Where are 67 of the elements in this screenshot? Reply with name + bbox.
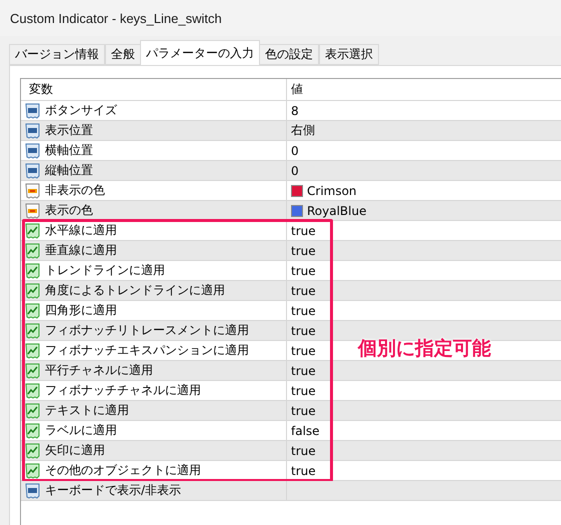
parameter-value: 0 bbox=[291, 164, 299, 178]
parameter-value: true bbox=[291, 404, 316, 418]
column-header: 変数 bbox=[29, 81, 53, 98]
parameter-name: 表示の色 bbox=[45, 202, 93, 219]
number-type-icon bbox=[25, 122, 41, 138]
parameter-name: キーボードで表示/非表示 bbox=[45, 482, 182, 499]
parameter-name: フィボナッチチャネルに適用 bbox=[45, 382, 201, 399]
parameter-name: 垂直線に適用 bbox=[45, 242, 117, 259]
parameter-value: true bbox=[291, 304, 316, 318]
tab[interactable]: 全般 bbox=[105, 44, 141, 65]
parameter-value: true bbox=[291, 444, 316, 458]
parameter-value: true bbox=[291, 384, 316, 398]
line-chart-icon bbox=[25, 362, 41, 378]
parameter-name: 角度によるトレンドラインに適用 bbox=[45, 282, 225, 299]
parameter-name: ラベルに適用 bbox=[45, 422, 117, 439]
tab[interactable]: バージョン情報 bbox=[9, 44, 105, 65]
line-chart-icon bbox=[25, 342, 41, 358]
column-header: 値 bbox=[291, 81, 303, 98]
tab[interactable]: 色の設定 bbox=[259, 44, 319, 65]
parameter-name: 矢印に適用 bbox=[45, 442, 105, 459]
parameter-name: 横軸位置 bbox=[45, 142, 93, 159]
parameter-name: ボタンサイズ bbox=[45, 102, 117, 119]
parameter-value: Crimson bbox=[307, 184, 357, 198]
line-chart-icon bbox=[25, 322, 41, 338]
parameter-name: テキストに適用 bbox=[45, 402, 129, 419]
window-title: Custom Indicator - keys_Line_switch bbox=[10, 10, 222, 26]
number-type-icon bbox=[25, 142, 41, 158]
line-chart-icon bbox=[25, 242, 41, 258]
parameter-value: true bbox=[291, 344, 316, 358]
parameter-value: true bbox=[291, 224, 316, 238]
parameter-name: フィボナッチエキスパンションに適用 bbox=[45, 342, 249, 359]
line-chart-icon bbox=[25, 442, 41, 458]
parameter-value: RoyalBlue bbox=[307, 204, 366, 218]
parameter-value: true bbox=[291, 244, 316, 258]
line-chart-icon bbox=[25, 282, 41, 298]
line-chart-icon bbox=[25, 402, 41, 418]
number-type-icon bbox=[25, 102, 41, 118]
color-type-icon bbox=[25, 202, 41, 218]
parameter-value: 8 bbox=[291, 104, 299, 118]
parameter-value: true bbox=[291, 324, 316, 338]
parameter-name: 四角形に適用 bbox=[45, 302, 117, 319]
parameter-name: その他のオブジェクトに適用 bbox=[45, 462, 201, 479]
parameter-name: フィボナッチリトレースメントに適用 bbox=[45, 322, 249, 339]
line-chart-icon bbox=[25, 222, 41, 238]
number-type-icon bbox=[25, 482, 41, 498]
parameter-value: 右側 bbox=[291, 122, 315, 139]
parameter-value: true bbox=[291, 284, 316, 298]
parameter-value: false bbox=[291, 424, 320, 438]
line-chart-icon bbox=[25, 382, 41, 398]
line-chart-icon bbox=[25, 262, 41, 278]
parameter-value: true bbox=[291, 264, 316, 278]
parameter-name: 非表示の色 bbox=[45, 182, 105, 199]
annotation-text: 個別に指定可能 bbox=[358, 336, 491, 362]
parameter-name: トレンドラインに適用 bbox=[45, 262, 165, 279]
tab[interactable]: 表示選択 bbox=[319, 44, 379, 65]
parameter-value: true bbox=[291, 364, 316, 378]
line-chart-icon bbox=[25, 302, 41, 318]
parameter-name: 縦軸位置 bbox=[45, 162, 93, 179]
line-chart-icon bbox=[25, 422, 41, 438]
parameter-value: true bbox=[291, 464, 316, 478]
tab[interactable]: パラメーターの入力 bbox=[140, 40, 260, 65]
line-chart-icon bbox=[25, 462, 41, 478]
parameter-name: 平行チャネルに適用 bbox=[45, 362, 153, 379]
parameter-value: 0 bbox=[291, 144, 299, 158]
number-type-icon bbox=[25, 162, 41, 178]
parameter-name: 表示位置 bbox=[45, 122, 93, 139]
parameter-name: 水平線に適用 bbox=[45, 222, 117, 239]
